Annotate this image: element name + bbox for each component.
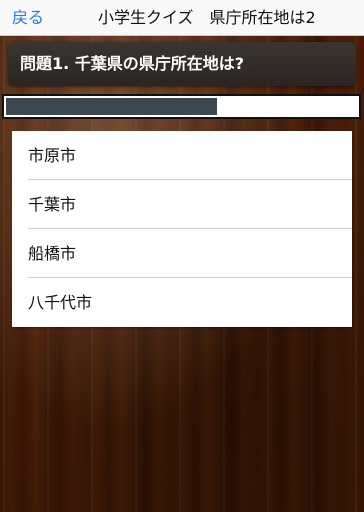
answer-label: 市原市 bbox=[28, 146, 77, 165]
navigation-bar: 戻る 小学生クイズ 県庁所在地は2 bbox=[0, 0, 364, 36]
answer-label: 八千代市 bbox=[28, 293, 93, 312]
page-title: 小学生クイズ 県庁所在地は2 bbox=[98, 8, 316, 27]
answer-option-1[interactable]: 市原市 bbox=[12, 131, 352, 180]
back-button[interactable]: 戻る bbox=[12, 2, 44, 34]
answer-option-4[interactable]: 八千代市 bbox=[12, 278, 352, 327]
answer-label: 千葉市 bbox=[28, 195, 77, 214]
answer-option-3[interactable]: 船橋市 bbox=[12, 229, 352, 278]
answer-label: 船橋市 bbox=[28, 244, 77, 263]
answer-list: 市原市 千葉市 船橋市 八千代市 bbox=[12, 131, 352, 327]
question-banner: 問題1. 千葉県の県庁所在地は? bbox=[8, 42, 356, 86]
timer-bar bbox=[2, 94, 361, 119]
answer-option-2[interactable]: 千葉市 bbox=[12, 180, 352, 229]
timer-fill bbox=[6, 98, 217, 115]
question-text: 問題1. 千葉県の県庁所在地は? bbox=[20, 54, 245, 73]
